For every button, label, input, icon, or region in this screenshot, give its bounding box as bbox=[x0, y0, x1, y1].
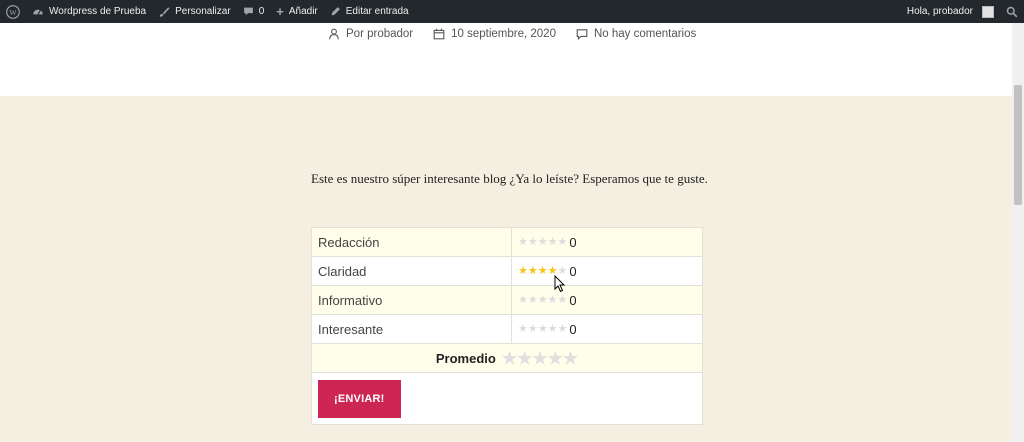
submit-cell: ¡ENVIAR! bbox=[311, 372, 703, 425]
star-icon[interactable]: ★ bbox=[558, 237, 568, 248]
search-button[interactable] bbox=[1000, 0, 1024, 23]
star-icon[interactable]: ★ bbox=[518, 237, 528, 248]
star-icon: ★ bbox=[562, 348, 579, 368]
edit-post-label: Editar entrada bbox=[345, 6, 409, 17]
post-date-label: 10 septiembre, 2020 bbox=[451, 28, 556, 40]
rating-criterion-label: Redacción bbox=[311, 227, 512, 257]
post-comments-label: No hay comentarios bbox=[593, 28, 697, 40]
star-icon: ★ bbox=[547, 348, 563, 368]
dashboard-icon bbox=[32, 6, 44, 18]
wordpress-logo-icon: W bbox=[6, 4, 20, 19]
star-icon: ★ bbox=[501, 348, 518, 368]
comment-bubble-icon bbox=[243, 6, 254, 17]
customize-label: Personalizar bbox=[175, 6, 231, 17]
star-icon[interactable]: ★ bbox=[538, 295, 548, 306]
star-rating-input[interactable]: ★ ★ ★ ★ ★ bbox=[518, 324, 567, 335]
plus-icon: + bbox=[276, 4, 284, 19]
rating-criterion-label: Informativo bbox=[311, 285, 512, 315]
post-date[interactable]: 10 septiembre, 2020 bbox=[433, 28, 556, 40]
my-account-menu[interactable]: Hola, probador bbox=[901, 0, 1000, 23]
svg-text:W: W bbox=[9, 7, 17, 16]
star-icon[interactable]: ★ bbox=[558, 295, 568, 306]
rating-criterion-label: Claridad bbox=[311, 256, 512, 286]
rating-score: 0 bbox=[569, 322, 577, 338]
star-rating-input[interactable]: ★ ★ ★ ★ ★ bbox=[518, 237, 567, 248]
add-new-label: Añadir bbox=[288, 6, 318, 17]
post-paragraph: Este es nuestro súper interesante blog ¿… bbox=[311, 171, 708, 186]
star-icon[interactable]: ★ bbox=[518, 266, 528, 277]
rating-score: 0 bbox=[569, 264, 577, 280]
rating-cell: ★ ★ ★ ★ ★ 0 bbox=[511, 314, 703, 344]
calendar-icon bbox=[433, 28, 445, 40]
comments-menu[interactable]: 0 bbox=[237, 0, 271, 23]
star-icon[interactable]: ★ bbox=[548, 324, 558, 335]
rating-score: 0 bbox=[569, 293, 577, 309]
rating-row: Claridad ★ ★ ★ ★ ★ 0 bbox=[311, 256, 703, 286]
star-icon[interactable]: ★ bbox=[528, 237, 538, 248]
star-icon: ★ bbox=[517, 348, 533, 368]
rating-cell: ★ ★ ★ ★ ★ 0 bbox=[511, 256, 703, 286]
comment-icon bbox=[576, 29, 588, 40]
greeting-label: Hola, probador bbox=[906, 6, 973, 17]
page-scrollbar[interactable] bbox=[1012, 23, 1024, 442]
post-comments[interactable]: No hay comentarios bbox=[576, 28, 696, 40]
comments-count: 0 bbox=[258, 6, 265, 17]
star-rating-input[interactable]: ★ ★ ★ ★ ★ bbox=[518, 295, 567, 306]
mouse-cursor-icon bbox=[554, 275, 566, 293]
average-stars: ★ ★ ★ ★ ★ bbox=[502, 350, 578, 367]
edit-post-menu[interactable]: Editar entrada bbox=[324, 0, 415, 23]
post-header: Por probador 10 septiembre, 2020 No hay … bbox=[0, 23, 1012, 96]
average-cell: Promedio ★ ★ ★ ★ ★ bbox=[311, 343, 703, 373]
star-icon[interactable]: ★ bbox=[518, 295, 528, 306]
pencil-icon bbox=[330, 6, 341, 17]
star-icon[interactable]: ★ bbox=[548, 237, 558, 248]
brush-icon bbox=[158, 6, 170, 18]
star-icon[interactable]: ★ bbox=[538, 266, 548, 277]
customize-menu[interactable]: Personalizar bbox=[152, 0, 237, 23]
star-icon[interactable]: ★ bbox=[538, 237, 548, 248]
rating-table: Redacción ★ ★ ★ ★ ★ 0 Claridad ★ ★ ★ ★ ★ 0 Informativo… bbox=[311, 227, 703, 425]
rating-row: Informativo ★ ★ ★ ★ ★ 0 bbox=[311, 285, 703, 315]
scrollbar-thumb[interactable] bbox=[1014, 85, 1022, 205]
average-label: Promedio bbox=[435, 350, 496, 366]
star-icon[interactable]: ★ bbox=[528, 266, 538, 277]
rating-cell: ★ ★ ★ ★ ★ 0 bbox=[511, 227, 703, 257]
site-name-label: Wordpress de Prueba bbox=[49, 6, 147, 17]
rating-row: Redacción ★ ★ ★ ★ ★ 0 bbox=[311, 227, 703, 257]
rating-cell: ★ ★ ★ ★ ★ 0 bbox=[511, 285, 703, 315]
star-icon[interactable]: ★ bbox=[528, 324, 538, 335]
post-meta: Por probador 10 septiembre, 2020 No hay … bbox=[328, 28, 696, 40]
star-icon[interactable]: ★ bbox=[558, 324, 568, 335]
star-icon[interactable]: ★ bbox=[548, 295, 558, 306]
star-icon[interactable]: ★ bbox=[518, 324, 528, 335]
rating-criterion-label: Interesante bbox=[311, 314, 512, 344]
submit-button[interactable]: ¡ENVIAR! bbox=[318, 379, 401, 418]
site-name-menu[interactable]: Wordpress de Prueba bbox=[26, 0, 152, 23]
admin-bar: W Wordpress de Prueba Personalizar 0 + A… bbox=[0, 0, 1024, 23]
star-icon: ★ bbox=[532, 348, 548, 368]
add-new-menu[interactable]: + Añadir bbox=[270, 0, 324, 23]
rating-row: Interesante ★ ★ ★ ★ ★ 0 bbox=[311, 314, 703, 344]
post-author[interactable]: Por probador bbox=[328, 28, 413, 40]
avatar bbox=[982, 5, 994, 18]
post-author-label: Por probador bbox=[346, 28, 414, 40]
submit-row: ¡ENVIAR! bbox=[311, 372, 703, 425]
search-icon bbox=[1006, 6, 1018, 18]
wordpress-logo-menu[interactable]: W bbox=[0, 0, 26, 23]
average-row: Promedio ★ ★ ★ ★ ★ bbox=[311, 343, 703, 373]
star-icon[interactable]: ★ bbox=[538, 324, 548, 335]
person-icon bbox=[329, 28, 339, 40]
star-icon[interactable]: ★ bbox=[528, 295, 538, 306]
rating-score: 0 bbox=[569, 235, 577, 251]
